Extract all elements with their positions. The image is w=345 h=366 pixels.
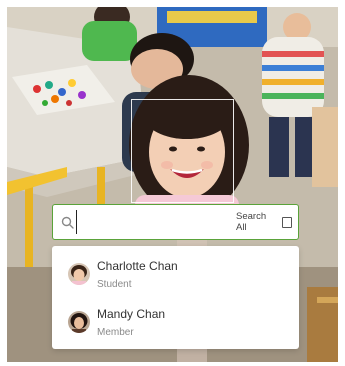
avatar (68, 263, 90, 285)
result-role: Student (97, 279, 132, 290)
result-item-mandy-chan[interactable]: Mandy Chan Member (52, 297, 299, 345)
result-role: Member (97, 327, 134, 338)
search-results-list: Charlotte Chan Student Mandy Chan Member (52, 246, 299, 349)
avatar (68, 311, 90, 333)
search-bar: Search All (52, 204, 299, 240)
search-all-checkbox[interactable] (281, 216, 292, 228)
search-input[interactable] (76, 210, 236, 234)
result-item-charlotte-chan[interactable]: Charlotte Chan Student (52, 249, 299, 297)
result-name: Charlotte Chan (97, 259, 178, 273)
result-name: Mandy Chan (97, 307, 166, 321)
search-all-toggle[interactable]: Search All (236, 211, 292, 233)
search-all-label: Search All (236, 211, 267, 233)
search-icon (61, 215, 74, 229)
face-detection-box (131, 99, 234, 203)
